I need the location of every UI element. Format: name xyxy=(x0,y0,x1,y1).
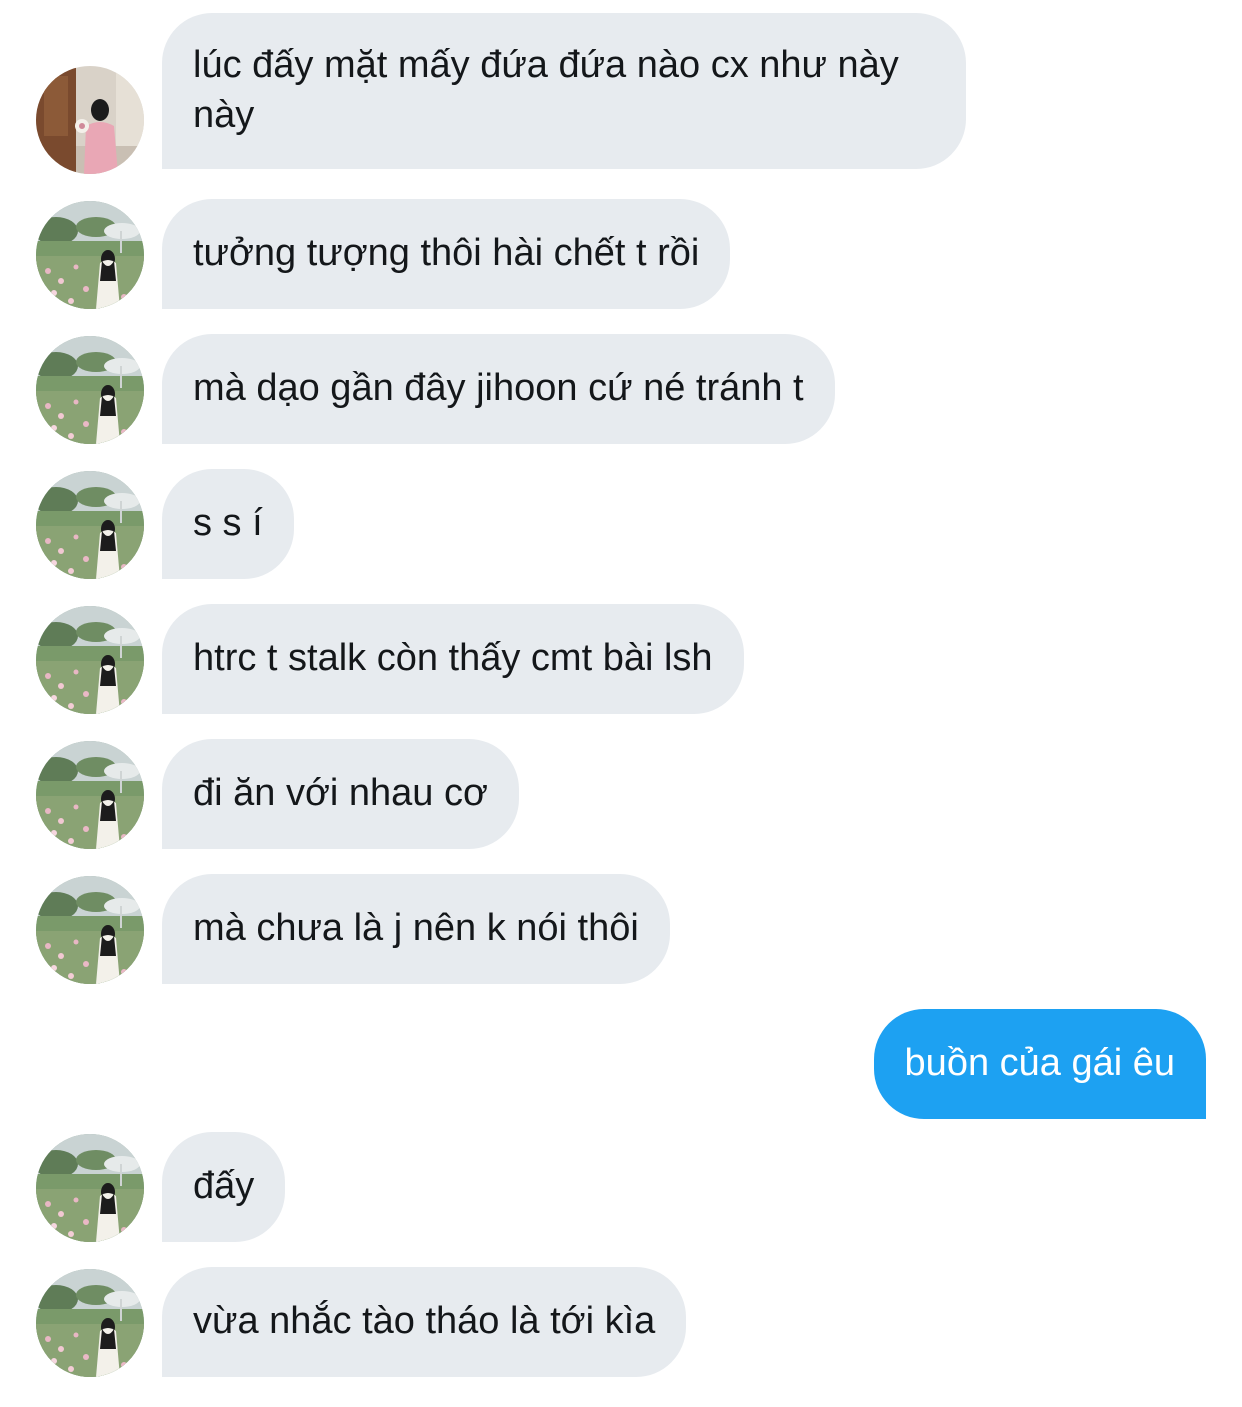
profile-photo-icon xyxy=(36,66,144,174)
profile-photo-icon xyxy=(36,741,144,849)
incoming-message-bubble[interactable]: tưởng tượng thôi hài chết t rồi xyxy=(162,199,731,309)
avatar-flower-field[interactable] xyxy=(36,336,144,444)
incoming-message-bubble[interactable]: đấy xyxy=(162,1132,286,1242)
incoming-message-bubble[interactable]: mà dạo gần đây jihoon cứ né tránh t xyxy=(162,334,835,444)
incoming-message-bubble[interactable]: đi ăn với nhau cơ xyxy=(162,739,519,849)
message-text: tưởng tượng thôi hài chết t rồi xyxy=(193,232,700,274)
avatar-flower-field[interactable] xyxy=(36,1269,144,1377)
message-text: mà chưa là j nên k nói thôi xyxy=(193,907,639,949)
incoming-message-bubble[interactable]: htrc t stalk còn thấy cmt bài lsh xyxy=(162,604,744,714)
profile-photo-icon xyxy=(36,201,144,309)
incoming-message-bubble[interactable]: vừa nhắc tào tháo là tới kìa xyxy=(162,1267,687,1377)
incoming-message-bubble[interactable]: s s í xyxy=(162,469,294,579)
incoming-message-bubble[interactable]: lúc đấy mặt mấy đứa đứa nào cx như này n… xyxy=(162,13,966,169)
profile-photo-icon xyxy=(36,606,144,714)
outgoing-message-bubble[interactable]: buồn của gái êu xyxy=(873,1009,1206,1119)
profile-photo-icon xyxy=(36,1134,144,1242)
profile-photo-icon xyxy=(36,336,144,444)
message-text: mà dạo gần đây jihoon cứ né tránh t xyxy=(193,367,804,409)
message-text: lúc đấy mặt mấy đứa đứa nào cx như này n… xyxy=(193,44,899,136)
message-text: buồn của gái êu xyxy=(904,1042,1175,1084)
profile-photo-icon xyxy=(36,876,144,984)
message-text: đi ăn với nhau cơ xyxy=(193,772,488,814)
avatar-pink-outfit[interactable] xyxy=(36,66,144,174)
profile-photo-icon xyxy=(36,471,144,579)
profile-photo-icon xyxy=(36,1269,144,1377)
avatar-flower-field[interactable] xyxy=(36,1134,144,1242)
incoming-message-bubble[interactable]: mà chưa là j nên k nói thôi xyxy=(162,874,670,984)
avatar-flower-field[interactable] xyxy=(36,741,144,849)
message-text: vừa nhắc tào tháo là tới kìa xyxy=(193,1300,656,1342)
message-text: htrc t stalk còn thấy cmt bài lsh xyxy=(193,637,713,679)
avatar-flower-field[interactable] xyxy=(36,606,144,714)
avatar-flower-field[interactable] xyxy=(36,201,144,309)
message-text: s s í xyxy=(193,502,263,544)
message-text: đấy xyxy=(193,1165,255,1207)
avatar-flower-field[interactable] xyxy=(36,471,144,579)
avatar-flower-field[interactable] xyxy=(36,876,144,984)
